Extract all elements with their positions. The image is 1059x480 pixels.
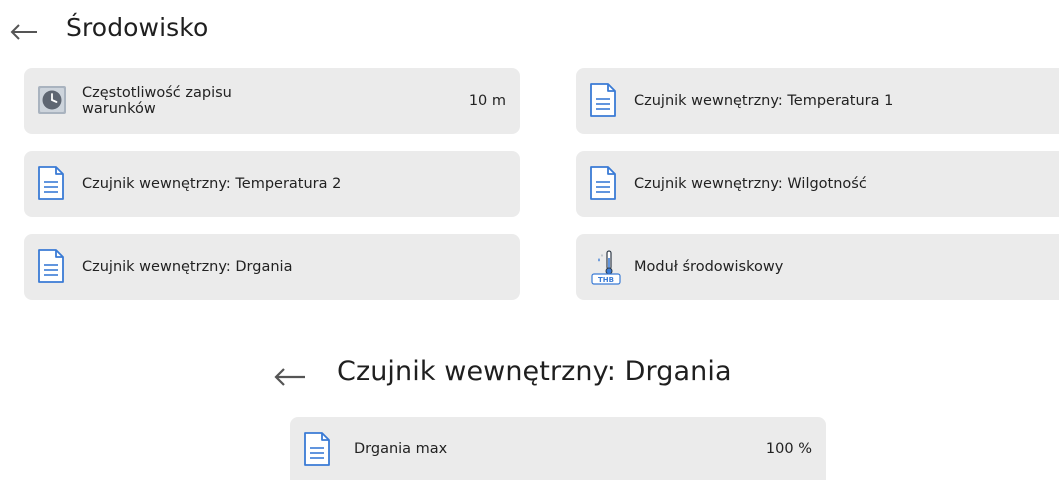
document-icon <box>304 432 330 466</box>
back-arrow-icon[interactable] <box>273 368 307 386</box>
tile-label: Moduł środowiskowy <box>634 259 784 275</box>
tile-label: Częstotliwość zapisu warunków <box>82 85 232 117</box>
tile-label: Czujnik wewnętrzny: Drgania <box>82 259 293 275</box>
tile-internal-temp-1[interactable]: Czujnik wewnętrzny: Temperatura 1 <box>576 68 1059 134</box>
tile-internal-humidity[interactable]: Czujnik wewnętrzny: Wilgotność <box>576 151 1059 217</box>
tile-internal-vibration[interactable]: Czujnik wewnętrzny: Drgania <box>24 234 520 300</box>
tile-label: Czujnik wewnętrzny: Wilgotność <box>634 176 867 192</box>
tile-label: Czujnik wewnętrzny: Temperatura 1 <box>634 93 894 109</box>
tile-value: 10 m <box>468 93 506 109</box>
document-icon <box>590 166 616 200</box>
tile-internal-temp-2[interactable]: Czujnik wewnętrzny: Temperatura 2 <box>24 151 520 217</box>
thb-module-icon: THB <box>591 250 621 285</box>
page-title: Środowisko <box>66 13 209 42</box>
clock-icon <box>38 86 66 114</box>
page: Środowisko Częstotliwość zapisu warunków… <box>0 0 1059 480</box>
tile-vibration-max[interactable]: Drgania max 100 % <box>290 417 826 480</box>
tile-value: 100 % <box>765 440 812 457</box>
thb-badge-text: THB <box>598 276 614 284</box>
document-icon <box>590 83 616 117</box>
tile-environment-module[interactable]: THB Moduł środowiskowy <box>576 234 1059 300</box>
back-arrow-icon[interactable] <box>9 24 39 40</box>
page-title: Czujnik wewnętrzny: Drgania <box>337 356 732 387</box>
tile-label: Drgania max <box>354 440 448 457</box>
tile-logging-frequency[interactable]: Częstotliwość zapisu warunków 10 m <box>24 68 520 134</box>
tile-label: Czujnik wewnętrzny: Temperatura 2 <box>82 176 342 192</box>
document-icon <box>38 166 64 200</box>
document-icon <box>38 249 64 283</box>
